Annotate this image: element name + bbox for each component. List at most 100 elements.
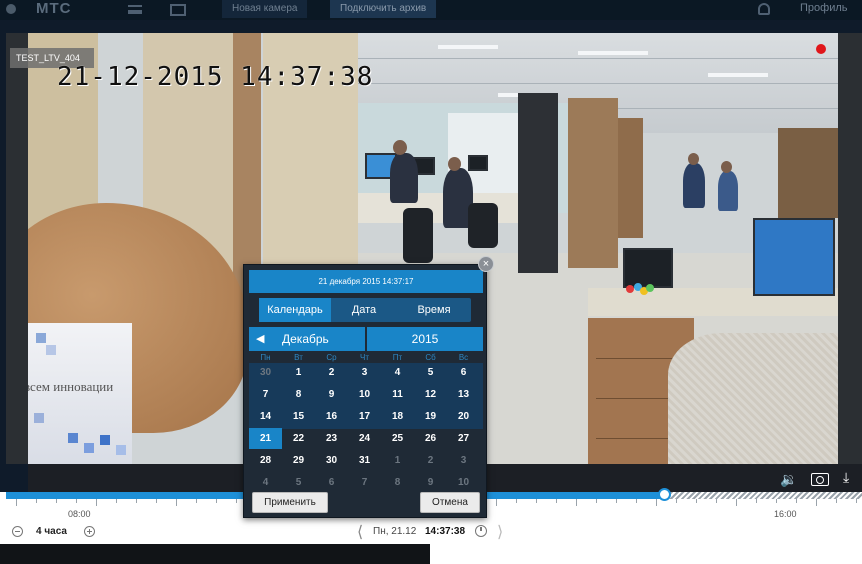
timeline-tick — [656, 499, 657, 506]
previous-day-icon[interactable]: ⟨ — [357, 522, 363, 542]
zoom-out-icon[interactable] — [12, 526, 23, 537]
calendar-day[interactable]: 8 — [282, 384, 315, 405]
tab-new-camera[interactable]: Новая камера — [222, 0, 308, 18]
current-time[interactable]: 14:37:38 — [425, 526, 465, 537]
scene-chair — [468, 203, 498, 248]
datetime-picker: 21 декабря 2015 14:37:17 Календарь Дата … — [243, 264, 487, 518]
weekday-label: Чт — [360, 353, 369, 362]
calendar-day[interactable]: 31 — [348, 450, 381, 471]
timeline-tick — [116, 499, 117, 503]
picker-tabs: Календарь Дата Время — [259, 298, 471, 322]
calendar-day[interactable]: 14 — [249, 406, 282, 427]
logo-icon — [6, 4, 16, 14]
bell-icon[interactable] — [758, 3, 770, 15]
timeline-tick — [776, 499, 777, 503]
scene-monitor — [623, 248, 673, 288]
download-icon[interactable]: ⤓ — [843, 470, 849, 484]
calendar-day[interactable]: 15 — [282, 406, 315, 427]
cancel-button[interactable]: Отмена — [420, 492, 480, 513]
tab-calendar[interactable]: Календарь — [259, 298, 331, 322]
scene-person-head — [393, 140, 407, 155]
menu-icon[interactable] — [128, 5, 142, 14]
calendar-day[interactable]: 28 — [249, 450, 282, 471]
calendar-day[interactable]: 20 — [447, 406, 480, 427]
timeline-tick — [796, 499, 797, 503]
calendar-day[interactable]: 4 — [381, 362, 414, 383]
scene-wood-panel-2 — [618, 118, 643, 238]
calendar-day[interactable]: 17 — [348, 406, 381, 427]
tab-date[interactable]: Дата — [331, 298, 397, 322]
month-selector[interactable]: ◀ Декабрь — [249, 327, 365, 351]
timeline-label-right: 16:00 — [774, 509, 797, 519]
profile-menu[interactable]: Профиль — [800, 2, 848, 14]
bottom-bar — [0, 544, 862, 564]
timeline-tick — [836, 499, 837, 503]
calendar-day[interactable]: 26 — [414, 428, 447, 449]
year-selector[interactable]: 2015 — [367, 327, 483, 351]
scene-chair — [403, 208, 433, 263]
calendar-day-other-month: 9 — [427, 477, 434, 488]
timeline-tick — [496, 499, 497, 506]
calendar-day[interactable]: 6 — [447, 362, 480, 383]
calendar-day[interactable]: 30 — [315, 450, 348, 471]
scene-person-head — [721, 161, 732, 173]
timeline-tick — [756, 499, 757, 503]
calendar-day[interactable]: 19 — [414, 406, 447, 427]
month-name: Декабрь — [282, 332, 329, 346]
calendar-day[interactable]: 5 — [414, 362, 447, 383]
calendar-day-other-month: 1 — [394, 455, 401, 466]
video-border-left — [6, 33, 28, 464]
calendar-day-other-month: 3 — [460, 455, 467, 466]
scene-wood-panel-3 — [778, 128, 838, 218]
calendar-day[interactable]: 10 — [348, 384, 381, 405]
timeline-tick — [856, 499, 857, 503]
timeline-tick — [816, 499, 817, 506]
weekday-label: Сб — [425, 353, 436, 362]
timeline-tick — [236, 499, 237, 503]
clock-icon[interactable] — [475, 525, 487, 537]
snapshot-camera-icon[interactable] — [811, 473, 829, 486]
volume-icon[interactable]: 🔉 — [780, 472, 797, 486]
calendar-day[interactable]: 9 — [315, 384, 348, 405]
video-border-right — [838, 33, 862, 464]
scene-person-head — [448, 157, 461, 171]
zoom-in-icon[interactable] — [84, 526, 95, 537]
calendar-day-other-month: 4 — [262, 477, 269, 488]
calendar-day[interactable]: 22 — [282, 428, 315, 449]
calendar-day[interactable]: 3 — [348, 362, 381, 383]
close-icon[interactable]: × — [478, 256, 494, 272]
tab-time[interactable]: Время — [397, 298, 471, 322]
timeline-tick — [156, 499, 157, 503]
calendar-day[interactable]: 1 — [282, 362, 315, 383]
next-day-icon[interactable]: ⟩ — [497, 522, 503, 542]
calendar-day[interactable]: 7 — [249, 384, 282, 405]
calendar-day[interactable]: 13 — [447, 384, 480, 405]
timeline-tick — [216, 499, 217, 503]
calendar-day[interactable]: 16 — [315, 406, 348, 427]
current-date: Пн, 21.12 — [373, 526, 417, 537]
calendar-day[interactable]: 29 — [282, 450, 315, 471]
layout-grid-icon[interactable] — [170, 4, 186, 16]
timeline-tick — [716, 499, 717, 503]
timeline-tick — [56, 499, 57, 503]
calendar-day-other-month: 7 — [361, 477, 368, 488]
camera-viewer: МТС Новая камера Подключить архив Профил… — [0, 0, 862, 564]
scene-object — [626, 285, 634, 293]
scene-person-head — [688, 153, 699, 165]
weekday-label: Вт — [294, 353, 303, 362]
calendar-day[interactable]: 24 — [348, 428, 381, 449]
calendar-day[interactable]: 2 — [315, 362, 348, 383]
calendar-day[interactable]: 27 — [447, 428, 480, 449]
tab-connect-archive[interactable]: Подключить архив — [330, 0, 437, 18]
timeline-tick — [616, 499, 617, 503]
apply-button[interactable]: Применить — [252, 492, 328, 513]
calendar-day[interactable]: 23 — [315, 428, 348, 449]
month-prev-icon[interactable]: ◀ — [256, 327, 264, 351]
calendar-day[interactable]: 25 — [381, 428, 414, 449]
logo[interactable]: МТС — [36, 0, 72, 17]
calendar-day[interactable]: 18 — [381, 406, 414, 427]
calendar-day[interactable]: 12 — [414, 384, 447, 405]
calendar-day-selected[interactable]: 21 — [249, 428, 282, 449]
timeline-label-left: 08:00 — [68, 509, 91, 519]
calendar-day[interactable]: 11 — [381, 384, 414, 405]
